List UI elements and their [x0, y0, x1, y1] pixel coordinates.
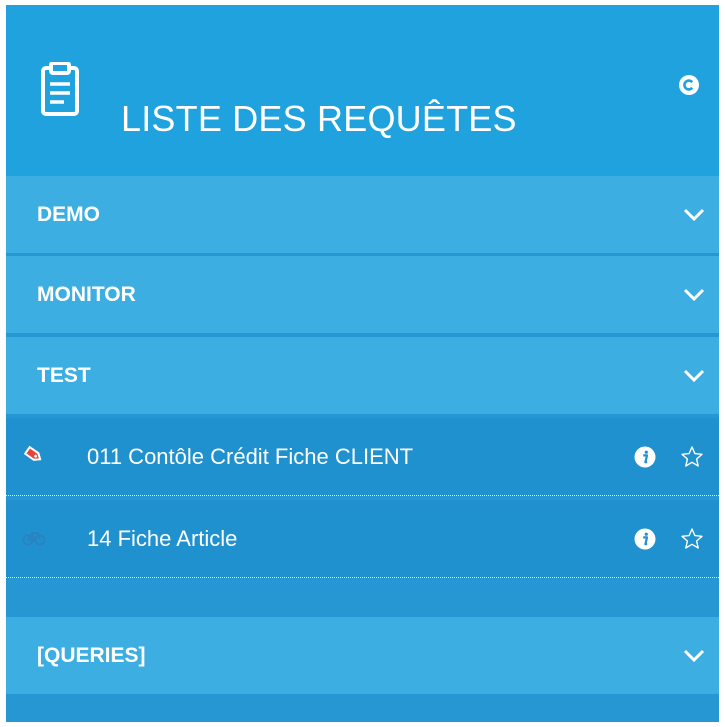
query-list-panel: LISTE DES REQUÊTES DEMO MONITOR TEST 011… [6, 5, 719, 722]
page-title: LISTE DES REQUÊTES [121, 98, 517, 139]
group-demo[interactable]: DEMO [6, 176, 719, 253]
info-icon[interactable] [634, 446, 656, 468]
group-queries[interactable]: [QUERIES] [6, 617, 719, 694]
query-item[interactable]: 011 Contôle Crédit Fiche CLIENT [6, 418, 719, 496]
tag-icon [23, 445, 42, 461]
clipboard-icon [41, 62, 79, 116]
group-label: DEMO [37, 202, 100, 226]
bicycle-icon [22, 532, 46, 546]
info-icon[interactable] [634, 528, 656, 550]
star-icon[interactable] [680, 445, 704, 469]
group-monitor[interactable]: MONITOR [6, 256, 719, 333]
query-item-label: 14 Fiche Article [87, 525, 238, 551]
group-test[interactable]: TEST [6, 337, 719, 414]
star-icon[interactable] [680, 527, 704, 551]
copyright-refresh-icon[interactable] [678, 74, 700, 96]
chevron-down-icon[interactable] [683, 369, 705, 383]
group-label: TEST [37, 363, 91, 387]
chevron-down-icon[interactable] [683, 288, 705, 302]
query-item[interactable]: 14 Fiche Article [6, 500, 719, 578]
chevron-down-icon[interactable] [683, 208, 705, 222]
group-label: [QUERIES] [37, 643, 146, 667]
group-label: MONITOR [37, 282, 136, 306]
query-item-label: 011 Contôle Crédit Fiche CLIENT [87, 443, 414, 469]
panel-header: LISTE DES REQUÊTES [6, 5, 719, 176]
chevron-down-icon[interactable] [683, 649, 705, 663]
